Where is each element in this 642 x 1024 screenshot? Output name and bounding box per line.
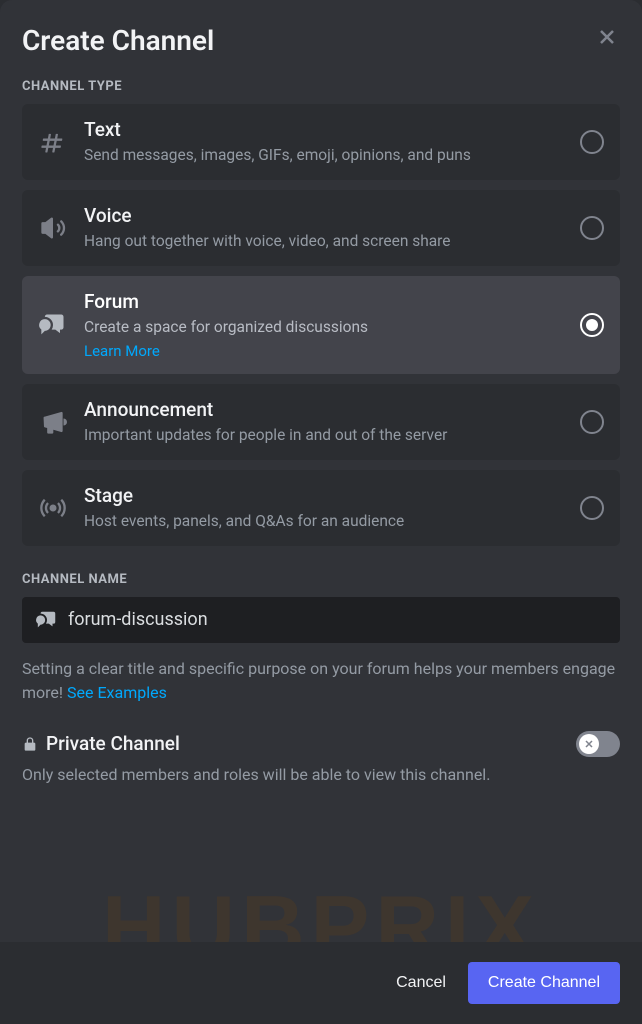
channel-type-label: CHANNEL TYPE xyxy=(22,79,620,94)
private-channel-toggle[interactable] xyxy=(576,731,620,757)
create-channel-button[interactable]: Create Channel xyxy=(468,962,620,1004)
type-title: Announcement xyxy=(84,398,564,421)
modal-title: Create Channel xyxy=(22,24,214,57)
type-desc: Send messages, images, GIFs, emoji, opin… xyxy=(84,145,564,166)
megaphone-icon xyxy=(38,407,68,437)
cancel-button[interactable]: Cancel xyxy=(392,964,450,1002)
channel-type-forum[interactable]: Forum Create a space for organized discu… xyxy=(22,276,620,374)
private-channel-desc: Only selected members and roles will be … xyxy=(22,765,620,784)
type-desc: Hang out together with voice, video, and… xyxy=(84,231,564,252)
stage-icon xyxy=(38,493,68,523)
radio-indicator xyxy=(580,130,604,154)
close-icon xyxy=(595,25,619,49)
channel-type-list: Text Send messages, images, GIFs, emoji,… xyxy=(22,104,620,546)
hash-icon xyxy=(38,127,68,157)
forum-icon xyxy=(38,310,68,340)
type-title: Text xyxy=(84,118,564,141)
private-channel-row: Private Channel xyxy=(22,731,620,757)
radio-indicator xyxy=(580,216,604,240)
type-title: Voice xyxy=(84,204,564,227)
channel-name-label: CHANNEL NAME xyxy=(22,572,620,587)
channel-name-field-wrap[interactable] xyxy=(22,597,620,643)
type-title: Stage xyxy=(84,484,564,507)
learn-more-link[interactable]: Learn More xyxy=(84,342,160,360)
channel-name-input[interactable] xyxy=(68,609,606,630)
channel-type-voice[interactable]: Voice Hang out together with voice, vide… xyxy=(22,190,620,266)
type-desc: Host events, panels, and Q&As for an aud… xyxy=(84,511,564,532)
create-channel-modal: Create Channel CHANNEL TYPE Text Send me… xyxy=(0,0,642,1024)
modal-header: Create Channel xyxy=(22,24,620,57)
radio-indicator xyxy=(580,496,604,520)
forum-icon xyxy=(36,609,58,631)
lock-icon xyxy=(22,736,38,752)
type-desc: Create a space for organized discussions xyxy=(84,317,564,338)
private-channel-label: Private Channel xyxy=(46,732,180,755)
modal-footer: Cancel Create Channel xyxy=(0,942,642,1024)
radio-indicator xyxy=(580,410,604,434)
type-title: Forum xyxy=(84,290,564,313)
close-button[interactable] xyxy=(594,24,620,50)
channel-type-announcement[interactable]: Announcement Important updates for peopl… xyxy=(22,384,620,460)
type-desc: Important updates for people in and out … xyxy=(84,425,564,446)
helper-text: Setting a clear title and specific purpo… xyxy=(22,657,620,705)
toggle-thumb xyxy=(579,734,599,754)
channel-type-text[interactable]: Text Send messages, images, GIFs, emoji,… xyxy=(22,104,620,180)
see-examples-link[interactable]: See Examples xyxy=(67,683,167,702)
speaker-icon xyxy=(38,213,68,243)
channel-type-stage[interactable]: Stage Host events, panels, and Q&As for … xyxy=(22,470,620,546)
radio-indicator xyxy=(580,313,604,337)
